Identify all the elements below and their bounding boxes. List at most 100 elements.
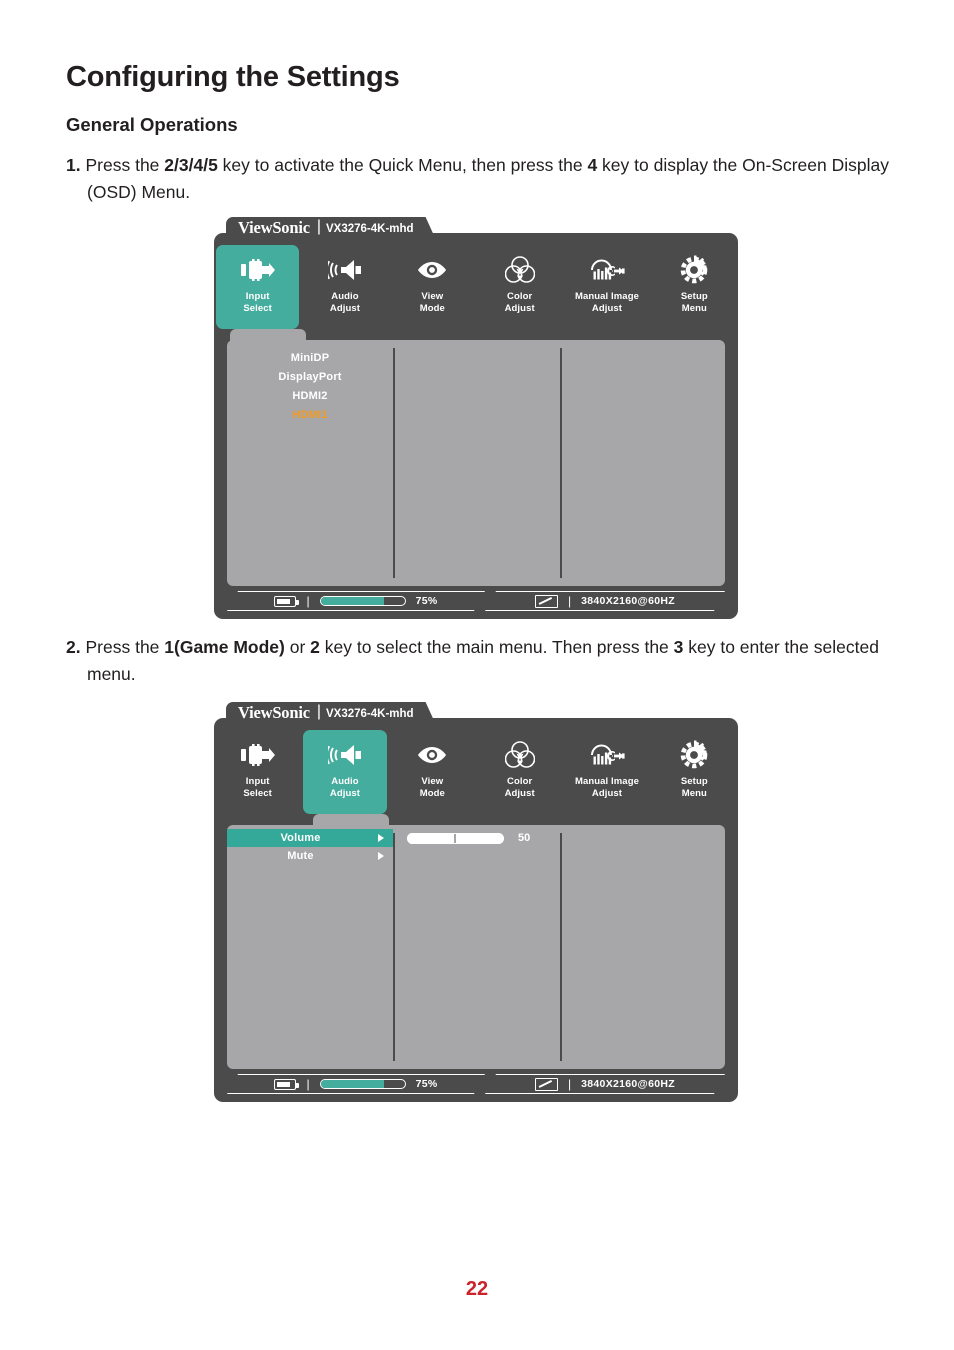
image-wrench-icon (589, 254, 625, 286)
input-option-displayport[interactable]: DisplayPort (227, 368, 393, 387)
menu-label-line-1: Manual Image (574, 291, 639, 302)
osd-menu-item-view-mode[interactable]: View Mode (391, 245, 474, 329)
step-1-number: 1. (66, 155, 81, 175)
osd-menu-item-label: Color Adjust (505, 291, 535, 314)
menu-label-line-2: Adjust (504, 302, 535, 314)
section-heading: General Operations (66, 114, 238, 135)
osd-menu-item-audio-adjust[interactable]: Audio Adjust (303, 730, 387, 814)
brightness-percent-label: 75% (415, 595, 438, 607)
volume-value-label: 50 (518, 832, 531, 844)
osd-menu-item-manual-image-adjust[interactable]: Manual Image Adjust (565, 730, 648, 814)
page-title: Configuring the Settings (66, 61, 400, 93)
osd-main-menu-bar: Input Select Audio Adjust View Mode Color Adjus… (214, 730, 738, 814)
battery-level (277, 1082, 290, 1087)
osd-window-input-select: ViewSonic | VX3276-4K-mhd Input Select Aud… (214, 233, 738, 619)
menu-label-line-2: Menu (681, 787, 707, 799)
resolution-label: 3840X2160@60HZ (581, 595, 675, 607)
step-key-emphasis: 2 (310, 637, 320, 657)
status-divider: | (306, 594, 310, 608)
menu-label-line-1: Audio (331, 776, 359, 787)
menu-label-line-2: Adjust (329, 302, 361, 314)
osd-content-panel: MiniDP DisplayPort HDMI2 HDMI1 (227, 329, 725, 586)
menu-label-line-1: View (421, 291, 444, 302)
volume-slider-outline (407, 832, 504, 844)
menu-label-line-1: Manual Image (574, 776, 639, 787)
status-brightness-segment: | 75% (227, 591, 485, 611)
audio-option-mute[interactable]: Mute (227, 847, 393, 865)
osd-status-bar: | 75% | 3840X2160@60HZ (227, 591, 725, 611)
battery-icon (274, 596, 296, 607)
menu-label-line-1: Audio (331, 291, 359, 302)
viewsonic-logo: ViewSonic (238, 218, 310, 237)
image-wrench-icon (589, 739, 625, 771)
step-key-emphasis: 4 (587, 155, 598, 175)
osd-menu-item-label: Audio Adjust (330, 291, 360, 314)
osd-menu-item-label: Audio Adjust (330, 776, 360, 799)
page-number: 22 (465, 1278, 489, 1300)
osd-menu-item-setup-menu[interactable]: Setup Menu (653, 245, 736, 329)
battery-level (277, 599, 290, 604)
osd-menu-item-color-adjust[interactable]: Color Adjust (478, 730, 561, 814)
menu-label-line-1: Setup (680, 776, 708, 787)
audio-option-label: Volume (280, 832, 321, 844)
menu-label-line-1: Input (245, 776, 270, 787)
column-divider-1 (393, 833, 395, 1061)
menu-label-line-2: Adjust (591, 302, 623, 314)
step-text-run: key to activate the Quick Menu, then pre… (217, 155, 588, 175)
osd-menu-item-label: View Mode (420, 291, 445, 314)
menu-label-line-1: Color (506, 291, 533, 302)
right-arrow-icon (378, 852, 384, 860)
brightness-slider[interactable] (320, 596, 406, 606)
brand-separator: | (316, 703, 321, 720)
color-circles-icon (504, 739, 535, 771)
osd-menu-item-manual-image-adjust[interactable]: Manual Image Adjust (565, 245, 648, 329)
menu-label-line-2: Menu (681, 302, 707, 314)
input-option-hdmi2[interactable]: HDMI2 (227, 387, 393, 406)
right-arrow-icon (378, 834, 384, 842)
status-brightness-segment: | 75% (227, 1074, 485, 1094)
step-2-text: Press the 1(Game Mode) or 2 key to selec… (85, 637, 878, 684)
step-key-emphasis: 1(Game Mode) (164, 637, 285, 657)
osd-menu-item-setup-menu[interactable]: Setup Menu (653, 730, 736, 814)
brightness-slider[interactable] (320, 1079, 406, 1089)
menu-label-line-2: Adjust (329, 787, 361, 799)
osd-content-panel: Volume Mute 50 (227, 814, 725, 1069)
resolution-label: 3840X2160@60HZ (581, 1078, 675, 1090)
step-2: 2. Press the 1(Game Mode) or 2 key to se… (66, 634, 894, 688)
osd-menu-item-label: Manual Image Adjust (575, 291, 639, 314)
monitor-model-label: VX3276-4K-mhd (326, 708, 414, 720)
osd-menu-item-audio-adjust[interactable]: Audio Adjust (303, 245, 386, 329)
audio-adjust-option-list: Volume Mute (227, 829, 393, 865)
audio-option-volume[interactable]: Volume (227, 829, 393, 847)
menu-label-line-2: Select (243, 787, 272, 799)
column-divider-2 (560, 348, 562, 578)
menu-label-line-2: Select (243, 302, 272, 314)
osd-window-audio-adjust: ViewSonic | VX3276-4K-mhd Input Select Aud… (214, 718, 738, 1102)
osd-menu-item-input-select[interactable]: Input Select (216, 730, 299, 814)
input-select-option-list: MiniDP DisplayPort HDMI2 HDMI1 (227, 349, 393, 425)
osd-menu-item-color-adjust[interactable]: Color Adjust (478, 245, 561, 329)
input-option-hdmi1[interactable]: HDMI1 (227, 406, 393, 425)
brightness-slider-fill (321, 1080, 384, 1088)
input-plug-icon (240, 739, 275, 771)
battery-icon (274, 1079, 296, 1090)
volume-slider[interactable] (407, 832, 504, 844)
osd-brand-tab: ViewSonic | VX3276-4K-mhd (226, 702, 436, 724)
brand-separator: | (316, 218, 321, 235)
column-divider-1 (393, 348, 395, 578)
status-brightness-inner: | 75% (274, 1078, 437, 1090)
speaker-icon (327, 739, 362, 771)
osd-panel-tab (230, 329, 306, 341)
column-divider-2 (560, 833, 562, 1061)
status-brightness-inner: | 75% (274, 595, 437, 607)
menu-label-line-1: Setup (680, 291, 708, 302)
menu-label-line-2: Adjust (504, 787, 535, 799)
osd-menu-item-view-mode[interactable]: View Mode (391, 730, 474, 814)
status-divider: | (568, 1077, 572, 1091)
input-option-minidp[interactable]: MiniDP (227, 349, 393, 368)
osd-menu-item-label: Input Select (243, 291, 272, 314)
status-divider: | (568, 594, 572, 608)
step-key-emphasis: 2/3/4/5 (164, 155, 218, 175)
contrast-icon (535, 1078, 558, 1091)
osd-menu-item-input-select[interactable]: Input Select (216, 245, 300, 329)
